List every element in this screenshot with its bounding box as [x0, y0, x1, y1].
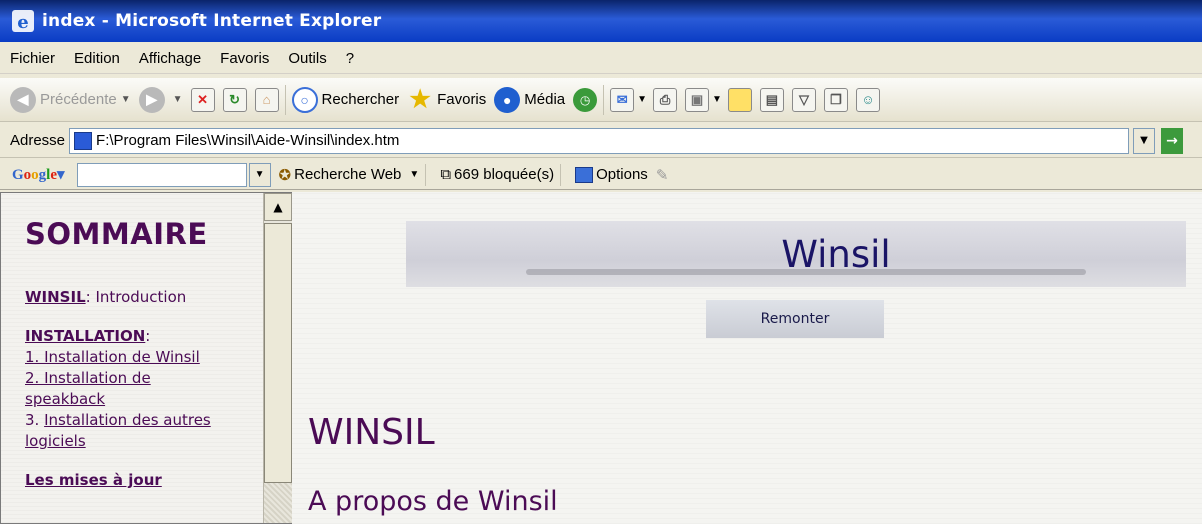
toolbar-divider [284, 84, 286, 115]
note-icon[interactable] [727, 87, 752, 112]
page-icon [74, 131, 93, 150]
options-button[interactable]: Options [575, 166, 648, 183]
install-winsil-link[interactable]: 1. Installation de Winsil [25, 348, 200, 366]
toolbar-divider [560, 163, 562, 186]
options-icon [575, 166, 594, 183]
forward-arrow-icon: ▶ [138, 86, 165, 113]
address-label: Adresse [10, 132, 66, 149]
svg-text:e: e [17, 12, 28, 33]
toc-scrollbar[interactable]: ▲ [263, 193, 292, 523]
chevron-down-icon[interactable]: ▼ [121, 94, 131, 105]
go-arrow-icon: → [1166, 132, 1178, 149]
chevron-down-icon[interactable]: ▼ [637, 94, 647, 105]
toc-panel: SOMMAIRE WINSIL: Introduction INSTALLATI… [1, 193, 263, 523]
star-icon: ★ [409, 86, 431, 113]
back-label: Précédente [40, 91, 117, 108]
mail-icon[interactable]: ✉ [610, 87, 635, 112]
print-icon[interactable]: ⎙ [653, 87, 678, 112]
toc-item-installation: INSTALLATION: [25, 326, 263, 347]
install-3-number: 3. [25, 411, 45, 429]
refresh-icon[interactable]: ↻ [222, 87, 247, 112]
home-icon[interactable]: ⌂ [254, 87, 279, 112]
updates-link[interactable]: Les mises à jour [25, 471, 162, 489]
installation-colon: : [145, 327, 151, 345]
window-title: index - Microsoft Internet Explorer [42, 11, 382, 31]
chevron-down-icon[interactable]: ▼ [173, 94, 183, 105]
search-web-label: Recherche Web [294, 166, 402, 183]
stop-icon[interactable]: ✕ [190, 87, 215, 112]
chevron-down-icon[interactable]: ▼ [712, 94, 722, 105]
title-banner: Winsil [406, 221, 1186, 287]
go-button[interactable]: → [1161, 127, 1184, 154]
page-content: SOMMAIRE WINSIL: Introduction INSTALLATI… [0, 192, 1202, 524]
popup-blocked-count: 669 bloquée(s) [454, 166, 555, 183]
remonter-button[interactable]: Remonter [706, 300, 884, 338]
google-search-dropdown[interactable]: ▼ [248, 162, 271, 187]
toc-item-winsil: WINSIL: Introduction [25, 287, 263, 308]
internet-explorer-icon: e [12, 10, 34, 33]
toolbar-divider [603, 84, 605, 115]
media-globe-icon: ● [494, 86, 521, 113]
messenger-icon[interactable]: ☺ [855, 87, 880, 112]
installation-link[interactable]: INSTALLATION [25, 327, 145, 345]
menu-help[interactable]: ? [346, 50, 354, 67]
toc-title: SOMMAIRE [25, 217, 208, 251]
forward-button[interactable]: ▶ ▼ [138, 86, 183, 113]
google-toolbar: Google▾ ▼ ✪ Recherche Web ▼ ⧉ 669 bloqué… [0, 160, 1202, 190]
options-label: Options [596, 166, 648, 183]
popup-blocker-button[interactable]: ⧉ 669 bloquée(s) [440, 166, 554, 183]
menu-fichier[interactable]: Fichier [10, 50, 55, 67]
document-icon[interactable]: ▤ [759, 87, 784, 112]
chevron-down-icon: ▼ [254, 169, 265, 180]
search-icon: ○ [291, 86, 318, 113]
search-web-icon: ✪ [278, 166, 292, 184]
copy-icon[interactable]: ❐ [823, 87, 848, 112]
menu-bar: Fichier Edition Affichage Favoris Outils… [0, 44, 1202, 74]
toolbar-divider [425, 163, 427, 186]
chevron-down-icon: ▼ [1140, 135, 1148, 146]
filter-icon[interactable]: ▽ [791, 87, 816, 112]
menu-affichage[interactable]: Affichage [139, 50, 201, 67]
winsil-intro-text: : Introduction [85, 288, 187, 306]
media-label: Média [524, 91, 566, 108]
page-subheading: A propos de Winsil [308, 486, 558, 517]
back-arrow-icon: ◀ [10, 86, 36, 113]
toc-frame: SOMMAIRE WINSIL: Introduction INSTALLATI… [0, 192, 292, 524]
highlighter-icon[interactable]: ✎ [656, 166, 669, 184]
back-button[interactable]: ◀ Précédente ▼ [10, 86, 131, 113]
google-logo[interactable]: Google▾ [12, 165, 65, 184]
install-other-software-link[interactable]: Installation des autres logiciels [25, 411, 211, 450]
main-frame: Winsil Remonter WINSIL A propos de Winsi… [292, 192, 1202, 524]
menu-favoris[interactable]: Favoris [220, 50, 269, 67]
winsil-link[interactable]: WINSIL [25, 288, 86, 306]
scroll-up-icon[interactable]: ▲ [264, 193, 292, 221]
search-label: Rechercher [321, 91, 400, 108]
google-search-input[interactable] [76, 162, 247, 187]
edit-icon[interactable]: ▣ [685, 87, 710, 112]
history-icon[interactable]: ◷ [573, 87, 598, 112]
favorites-button[interactable]: ★ Favoris [407, 86, 487, 113]
media-button[interactable]: ● Média [494, 86, 566, 113]
address-url: F:\Program Files\Winsil\Aide-Winsil\inde… [96, 132, 400, 149]
title-bar: e index - Microsoft Internet Explorer [0, 0, 1202, 42]
toolbar: ◀ Précédente ▼ ▶ ▼ ✕ ↻ ⌂ ○ Rechercher ★ … [0, 78, 1202, 122]
address-bar: Adresse F:\Program Files\Winsil\Aide-Win… [0, 124, 1202, 158]
address-input[interactable]: F:\Program Files\Winsil\Aide-Winsil\inde… [69, 127, 1130, 154]
search-web-button[interactable]: ✪ Recherche Web ▼ [279, 166, 420, 184]
page-heading: WINSIL [308, 412, 435, 453]
menu-outils[interactable]: Outils [288, 50, 326, 67]
banner-title: Winsil [781, 232, 891, 276]
search-button[interactable]: ○ Rechercher [291, 86, 400, 113]
address-dropdown-button[interactable]: ▼ [1133, 127, 1156, 154]
favorites-label: Favoris [437, 91, 487, 108]
menu-edition[interactable]: Edition [74, 50, 120, 67]
toc-list: WINSIL: Introduction INSTALLATION: 1. In… [25, 287, 263, 491]
scrollbar-thumb[interactable] [264, 223, 292, 483]
chevron-down-icon: ▼ [409, 169, 420, 180]
scrollbar-track[interactable] [264, 483, 292, 523]
install-speakback-link[interactable]: 2. Installation de speakback [25, 369, 151, 408]
popup-blocker-icon: ⧉ [440, 166, 452, 183]
